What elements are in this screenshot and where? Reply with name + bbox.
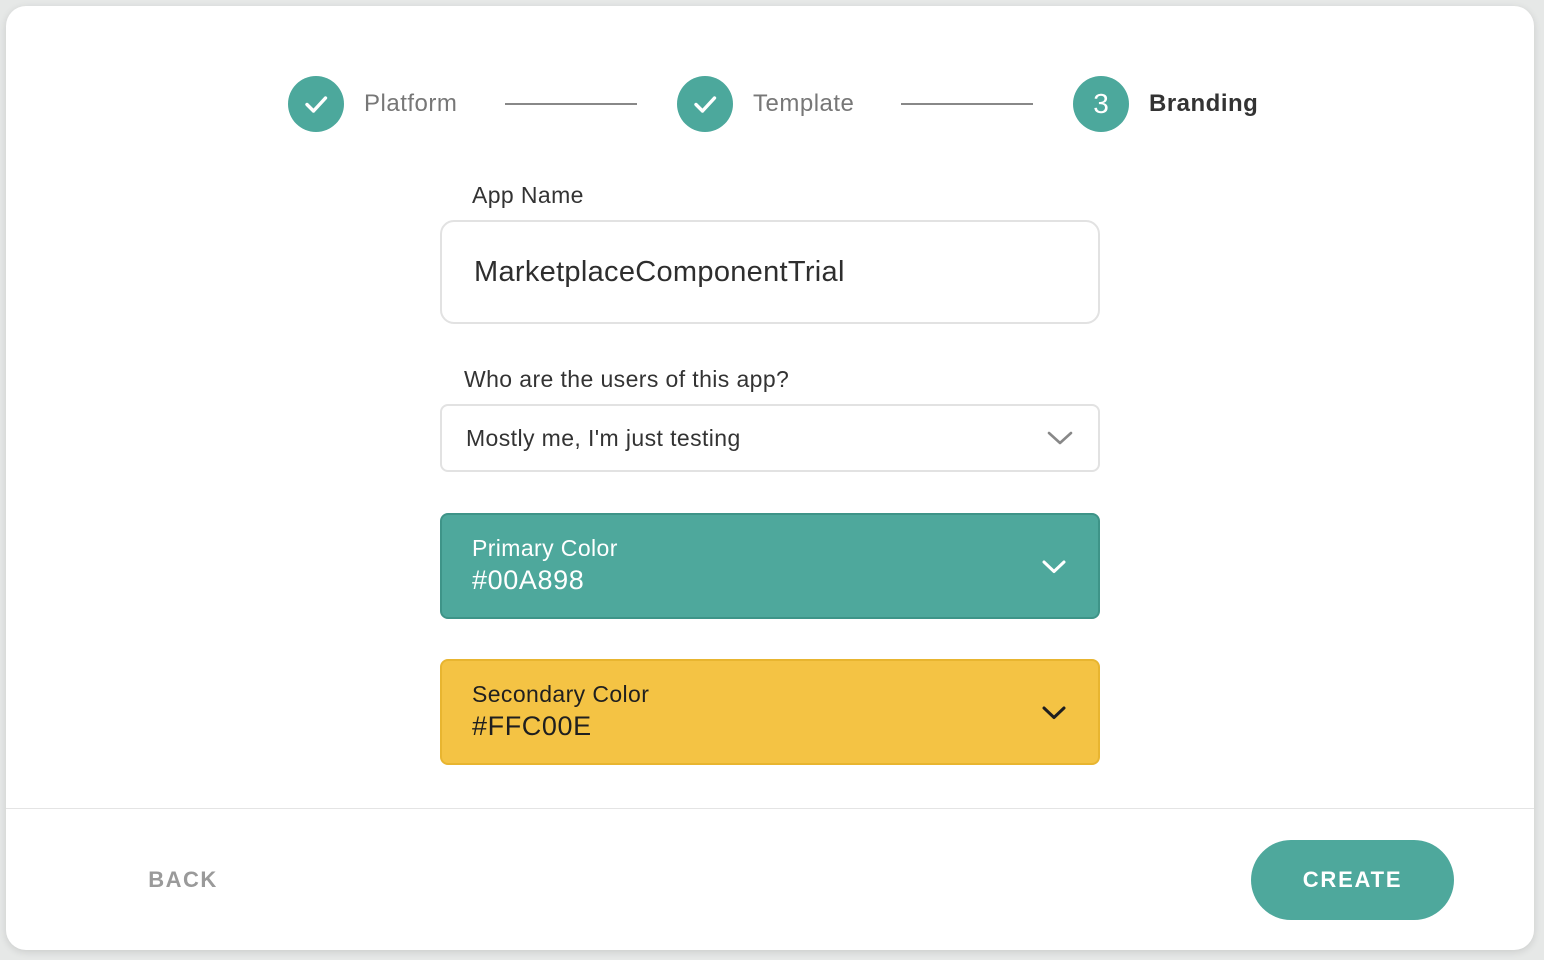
step-label: Platform (364, 90, 458, 117)
step-connector (901, 103, 1033, 105)
footer-divider (6, 808, 1534, 809)
step-template[interactable]: Template (677, 76, 854, 132)
users-label: Who are the users of this app? (464, 366, 790, 392)
chevron-down-icon (1040, 553, 1068, 581)
create-button[interactable]: CREATE (1251, 840, 1454, 920)
check-icon (288, 76, 344, 132)
check-icon (677, 76, 733, 132)
step-platform[interactable]: Platform (288, 76, 457, 132)
app-name-label: App Name (472, 182, 584, 208)
primary-color-value: #00A898 (472, 565, 585, 595)
step-connector (505, 103, 637, 105)
users-select[interactable]: Mostly me, I'm just testing (440, 404, 1100, 472)
app-name-input[interactable] (440, 220, 1100, 324)
create-app-dialog: Platform Template 3 Branding App Name Wh… (6, 6, 1534, 950)
step-label: Branding (1149, 90, 1259, 117)
primary-color-picker[interactable]: Primary Color #00A898 (440, 513, 1100, 619)
secondary-color-label: Secondary Color (472, 681, 650, 707)
back-button[interactable]: BACK (118, 852, 248, 908)
secondary-color-picker[interactable]: Secondary Color #FFC00E (440, 659, 1100, 765)
step-label: Template (753, 90, 855, 117)
secondary-color-value: #FFC00E (472, 711, 592, 741)
chevron-down-icon (1040, 699, 1068, 727)
step-branding[interactable]: 3 Branding (1073, 76, 1258, 132)
step-number: 3 (1073, 76, 1129, 132)
stepper: Platform Template 3 Branding (6, 76, 1534, 132)
users-selected-value: Mostly me, I'm just testing (466, 424, 741, 451)
primary-color-label: Primary Color (472, 535, 618, 561)
chevron-down-icon (1046, 424, 1074, 452)
